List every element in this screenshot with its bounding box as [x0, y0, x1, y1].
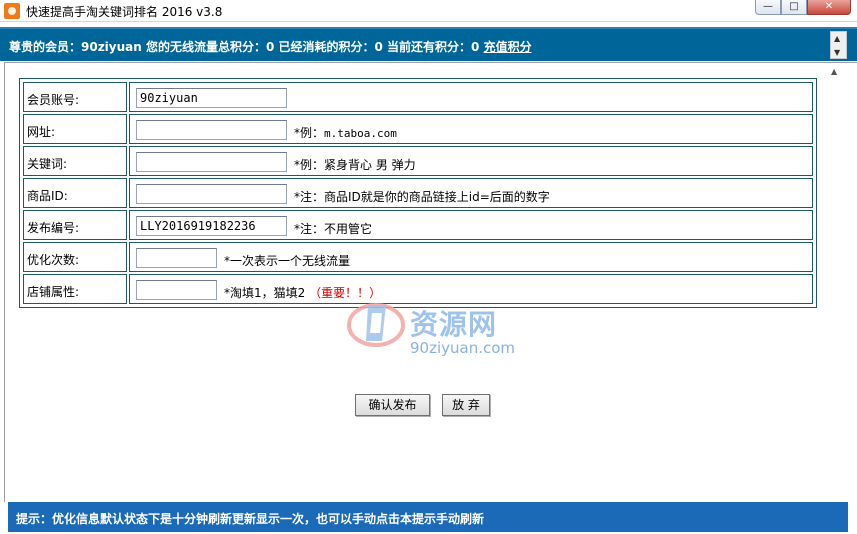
publish-no-label: 发布编号: — [23, 210, 127, 240]
account-label: 会员账号: — [23, 82, 127, 112]
info-scrollbar[interactable]: ▲ ▼ — [830, 31, 847, 59]
publish-no-hint: *注：不用管它 — [294, 222, 373, 236]
main-panel: ▲ 会员账号: 90ziyuan 网址: *例：m.taboa.com 关键词:… — [4, 62, 857, 502]
form-row-account: 会员账号: 90ziyuan — [22, 81, 814, 113]
title-bar: 快速提高手淘关键词排名 2016 v3.8 — □ ✕ — [0, 0, 857, 22]
url-hint-example: m.taboa.com — [324, 127, 397, 140]
form-row-url: 网址: *例：m.taboa.com — [22, 113, 814, 145]
url-hint: *例：m.taboa.com — [294, 124, 397, 141]
scroll-up-arrow-icon[interactable]: ▲ — [834, 35, 840, 43]
watermark-logo-icon — [347, 303, 405, 347]
confirm-publish-button[interactable]: 确认发布 — [355, 394, 430, 416]
keyword-hint: *例：紧身背心 男 弹力 — [294, 158, 416, 172]
shop-type-cell: *淘填1，猫填2 （重要！！） — [129, 274, 813, 304]
form-row-keyword: 关键词: *例：紧身背心 男 弹力 — [22, 145, 814, 177]
keyword-label: 关键词: — [23, 146, 127, 176]
form-row-optimize-count: 优化次数: *一次表示一个无线流量 — [22, 241, 814, 273]
member-points-summary: 尊贵的会员：90ziyuan 您的无线流量总积分：0 已经消耗的积分：0 当前还… — [9, 40, 484, 54]
member-info-text: 尊贵的会员：90ziyuan 您的无线流量总积分：0 已经消耗的积分：0 当前还… — [9, 38, 532, 55]
publish-form-table: 会员账号: 90ziyuan 网址: *例：m.taboa.com 关键词: *… — [19, 78, 817, 308]
maximize-button[interactable]: □ — [781, 0, 807, 15]
product-id-input[interactable] — [136, 184, 287, 204]
publish-no-cell: LLY2016919182236 *注：不用管它 — [129, 210, 813, 240]
url-label: 网址: — [23, 114, 127, 144]
account-input[interactable]: 90ziyuan — [136, 88, 287, 108]
url-input[interactable] — [136, 120, 287, 140]
optimize-count-cell: *一次表示一个无线流量 — [129, 242, 813, 272]
product-id-cell: *注：商品ID就是你的商品链接上id=后面的数字 — [129, 178, 813, 208]
watermark-url: 90ziyuan.com — [410, 339, 516, 357]
url-hint-prefix: *例： — [294, 126, 325, 140]
optimize-count-input[interactable] — [136, 248, 217, 268]
keyword-cell: *例：紧身背心 男 弹力 — [129, 146, 813, 176]
shop-type-input[interactable] — [136, 280, 217, 300]
recharge-points-link[interactable]: 充值积分 — [484, 40, 532, 54]
app-icon — [4, 3, 20, 19]
shop-type-hint-text: *淘填1，猫填2 — [224, 286, 310, 300]
scroll-down-arrow-icon[interactable]: ▼ — [834, 49, 840, 57]
optimize-count-label: 优化次数: — [23, 242, 127, 272]
cancel-button[interactable]: 放 弃 — [442, 394, 490, 416]
account-cell: 90ziyuan — [129, 82, 813, 112]
shop-type-label: 店铺属性: — [23, 274, 127, 304]
form-row-publish-no: 发布编号: LLY2016919182236 *注：不用管它 — [22, 209, 814, 241]
minimize-button[interactable]: — — [755, 0, 781, 15]
product-id-label: 商品ID: — [23, 178, 127, 208]
form-row-shop-type: 店铺属性: *淘填1，猫填2 （重要！！） — [22, 273, 814, 305]
panel-scroll-up-icon[interactable]: ▲ — [831, 67, 837, 76]
close-button[interactable]: ✕ — [807, 0, 851, 15]
url-cell: *例：m.taboa.com — [129, 114, 813, 144]
product-id-hint: *注：商品ID就是你的商品链接上id=后面的数字 — [294, 190, 550, 204]
refresh-tip-text[interactable]: 提示：优化信息默认状态下是十分钟刷新更新显示一次，也可以手动点击本提示手动刷新 — [16, 510, 484, 527]
publish-no-input[interactable]: LLY2016919182236 — [136, 216, 287, 236]
watermark-title: 资源网 — [410, 308, 498, 341]
keyword-input[interactable] — [136, 152, 287, 172]
member-info-bar: 尊贵的会员：90ziyuan 您的无线流量总积分：0 已经消耗的积分：0 当前还… — [0, 27, 857, 61]
tip-bar[interactable]: 提示：优化信息默认状态下是十分钟刷新更新显示一次，也可以手动点击本提示手动刷新 — [8, 502, 848, 532]
window-title: 快速提高手淘关键词排名 2016 v3.8 — [26, 5, 223, 19]
optimize-count-hint: *一次表示一个无线流量 — [224, 254, 351, 268]
form-row-product-id: 商品ID: *注：商品ID就是你的商品链接上id=后面的数字 — [22, 177, 814, 209]
